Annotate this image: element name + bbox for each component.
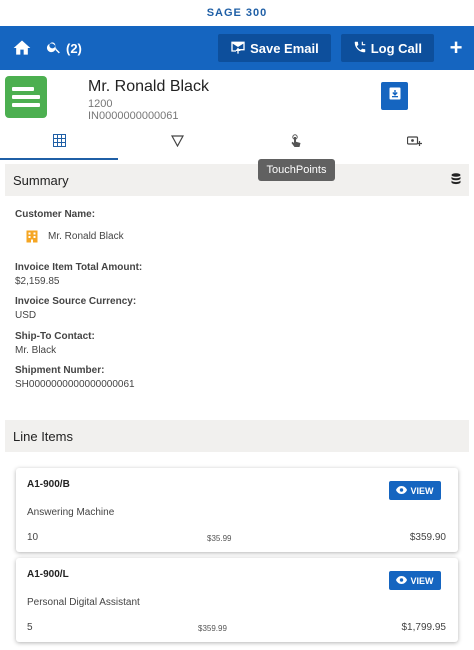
- record-number: 1200: [88, 98, 113, 110]
- grid-icon: [52, 134, 66, 152]
- phone-icon: [353, 40, 367, 57]
- item-unit-price: $359.99: [198, 624, 227, 633]
- customer-name-label: Customer Name:: [15, 209, 96, 220]
- item-quantity: 10: [27, 532, 39, 543]
- search-count: (2): [66, 40, 82, 56]
- view-button[interactable]: VIEW: [389, 571, 441, 590]
- eye-icon: [396, 575, 408, 586]
- database-icon[interactable]: [451, 173, 461, 188]
- touch-icon: [290, 133, 302, 153]
- item-total: $359.90: [409, 532, 446, 543]
- tab-add-card[interactable]: [356, 126, 474, 160]
- home-icon[interactable]: [12, 38, 32, 58]
- tab-touchpoints[interactable]: [237, 126, 356, 160]
- log-call-label: Log Call: [370, 40, 422, 56]
- invoice-id: IN0000000000061: [88, 110, 179, 122]
- save-email-button[interactable]: Save Email: [218, 34, 331, 62]
- item-code: A1-900/L: [27, 569, 69, 580]
- summary-section-header: Summary: [5, 164, 469, 196]
- item-quantity: 5: [27, 622, 33, 633]
- log-call-button[interactable]: Log Call: [340, 34, 434, 62]
- ship-to-label: Ship-To Contact:: [15, 331, 95, 342]
- tooltip-touchpoints: TouchPoints: [258, 159, 335, 181]
- shipment-number-label: Shipment Number:: [15, 365, 105, 376]
- total-amount-value: $2,159.85: [15, 276, 60, 287]
- search-button[interactable]: (2): [46, 39, 82, 58]
- save-email-label: Save Email: [250, 40, 319, 56]
- currency-label: Invoice Source Currency:: [15, 296, 137, 307]
- add-card-icon: [407, 134, 423, 152]
- tab-details[interactable]: [0, 126, 119, 160]
- line-items-section-header: Line Items: [5, 420, 469, 452]
- add-icon[interactable]: +: [446, 37, 466, 59]
- line-item-card: A1-900/B VIEW Answering Machine 10 $35.9…: [16, 468, 458, 552]
- search-icon: [46, 39, 62, 58]
- tab-bar: [0, 126, 474, 160]
- top-toolbar: (2) Save Email Log Call +: [0, 26, 474, 70]
- app-root: SAGE 300 (2) Save Email Log Call + Mr. R…: [0, 0, 474, 650]
- shipment-number-value: SH0000000000000000061: [15, 379, 135, 390]
- ship-to-value: Mr. Black: [15, 345, 57, 356]
- filter-icon: [171, 134, 185, 152]
- view-label: VIEW: [410, 575, 434, 586]
- item-unit-price: $35.99: [207, 534, 232, 543]
- currency-value: USD: [15, 310, 37, 321]
- app-brand-title: SAGE 300: [0, 0, 474, 26]
- line-item-card: A1-900/L VIEW Personal Digital Assistant…: [16, 558, 458, 642]
- record-header: Mr. Ronald Black 1200 IN0000000000061: [0, 70, 474, 126]
- building-icon: [26, 230, 38, 248]
- item-code: A1-900/B: [27, 479, 70, 490]
- item-description: Personal Digital Assistant: [27, 597, 140, 608]
- view-button[interactable]: VIEW: [389, 481, 441, 500]
- eye-icon: [396, 485, 408, 496]
- line-items-title: Line Items: [13, 428, 73, 444]
- download-button[interactable]: [381, 82, 408, 110]
- total-amount-label: Invoice Item Total Amount:: [15, 262, 143, 273]
- record-title: Mr. Ronald Black: [88, 78, 209, 95]
- tab-filter[interactable]: [119, 126, 238, 160]
- item-total: $1,799.95: [401, 622, 447, 633]
- view-label: VIEW: [410, 485, 434, 496]
- item-description: Answering Machine: [27, 507, 115, 518]
- download-icon: [389, 87, 401, 105]
- summary-title: Summary: [13, 172, 69, 188]
- customer-name-value[interactable]: Mr. Ronald Black: [48, 231, 124, 242]
- email-icon: [230, 40, 246, 57]
- document-icon: [5, 76, 47, 118]
- active-tab-indicator: [0, 158, 118, 160]
